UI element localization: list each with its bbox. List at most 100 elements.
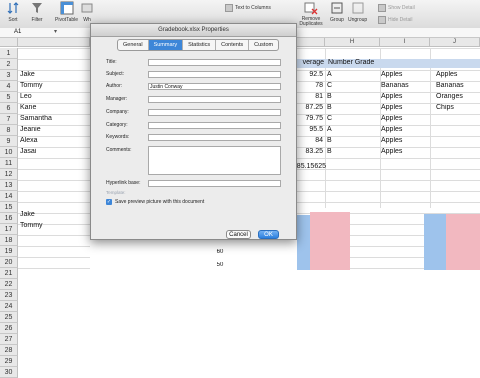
sort-button[interactable]: Sort <box>6 1 20 27</box>
row-header[interactable]: 27 <box>0 334 18 345</box>
column-header-g[interactable] <box>297 38 325 47</box>
number-grade-header-cell[interactable]: Number Grade <box>326 59 480 68</box>
table-cell[interactable]: 81 <box>297 93 323 100</box>
show-detail-button[interactable]: Show Detail <box>378 4 415 12</box>
table-cell[interactable]: C <box>327 82 367 89</box>
row-header[interactable]: 18 <box>0 235 18 246</box>
table-cell[interactable]: 87.25 <box>297 104 323 111</box>
table-cell[interactable]: Apples <box>381 93 429 100</box>
select-all-corner[interactable] <box>0 38 18 47</box>
keywords-field[interactable] <box>148 134 281 141</box>
row-header[interactable]: 1 <box>0 48 18 59</box>
table-cell[interactable]: Bananas <box>436 82 480 89</box>
name-box-dropdown-icon[interactable]: ▾ <box>54 28 57 35</box>
table-cell[interactable]: 84 <box>297 137 323 144</box>
table-cell[interactable]: Jeanie <box>20 126 88 133</box>
row-header[interactable]: 26 <box>0 323 18 334</box>
table-cell[interactable]: B <box>327 137 367 144</box>
tab-statistics[interactable]: Statistics <box>183 40 217 50</box>
row-header[interactable]: 30 <box>0 367 18 378</box>
table-cell[interactable]: Kane <box>20 104 88 111</box>
row-header[interactable]: 17 <box>0 224 18 235</box>
row-header[interactable]: 24 <box>0 301 18 312</box>
row-header[interactable]: 9 <box>0 136 18 147</box>
author-field[interactable]: Justin Conway <box>148 83 281 90</box>
table-cell[interactable]: Apples <box>381 148 429 155</box>
column-header-h[interactable]: H <box>325 38 380 47</box>
table-cell[interactable]: 78 <box>297 82 323 89</box>
row-header[interactable]: 8 <box>0 125 18 136</box>
row-header[interactable]: 6 <box>0 103 18 114</box>
table-cell[interactable]: Apples <box>381 137 429 144</box>
ok-button[interactable]: OK <box>258 230 279 239</box>
hyperlink-base-field[interactable] <box>148 180 281 187</box>
save-preview-checkbox[interactable]: ✓ <box>106 199 112 205</box>
row-header[interactable]: 25 <box>0 312 18 323</box>
row-header[interactable]: 19 <box>0 246 18 257</box>
row-header[interactable]: 16 <box>0 213 18 224</box>
category-field[interactable] <box>148 122 281 129</box>
table-cell[interactable]: Leo <box>20 93 88 100</box>
row-header[interactable]: 22 <box>0 279 18 290</box>
table-cell[interactable]: Apples <box>381 104 429 111</box>
row-header[interactable]: 12 <box>0 169 18 180</box>
hide-detail-button[interactable]: Hide Detail <box>378 16 412 24</box>
name-box[interactable]: A1 <box>14 29 21 35</box>
row-header[interactable]: 23 <box>0 290 18 301</box>
column-header-hidden-left[interactable] <box>18 38 90 47</box>
table-cell[interactable]: B <box>327 148 367 155</box>
subject-field[interactable] <box>148 71 281 78</box>
filter-button[interactable]: Filter <box>30 1 44 27</box>
table-cell[interactable]: Apples <box>381 71 429 78</box>
row-header[interactable]: 15 <box>0 202 18 213</box>
table-cell[interactable]: Jasai <box>20 148 88 155</box>
table-cell[interactable]: Chips <box>436 104 480 111</box>
table-cell[interactable]: 79.75 <box>297 115 323 122</box>
column-header-i[interactable]: I <box>380 38 430 47</box>
row-header[interactable]: 29 <box>0 356 18 367</box>
table-cell[interactable]: A <box>327 71 367 78</box>
text-to-columns-button[interactable]: Text to Columns <box>225 4 271 12</box>
tab-contents[interactable]: Contents <box>216 40 250 50</box>
pivottable-button[interactable]: PivotTable <box>55 1 78 27</box>
row-header[interactable]: 28 <box>0 345 18 356</box>
company-field[interactable] <box>148 109 281 116</box>
save-preview-checkbox-row[interactable]: ✓ Save preview picture with this documen… <box>106 199 204 205</box>
table-cell[interactable]: Samantha <box>20 115 88 122</box>
tab-general[interactable]: General <box>118 40 149 50</box>
row-header[interactable]: 11 <box>0 158 18 169</box>
row-header[interactable]: 7 <box>0 114 18 125</box>
row-header[interactable]: 3 <box>0 70 18 81</box>
ungroup-button[interactable]: Ungroup <box>348 1 367 27</box>
table-cell[interactable]: Bananas <box>381 82 429 89</box>
remove-duplicates-button[interactable]: Remove Duplicates <box>296 1 326 27</box>
manager-field[interactable] <box>148 96 281 103</box>
table-cell[interactable]: 92.5 <box>297 71 323 78</box>
table-cell[interactable]: Apples <box>381 126 429 133</box>
table-cell[interactable]: 95.5 <box>297 126 323 133</box>
row-header[interactable]: 14 <box>0 191 18 202</box>
cancel-button[interactable]: Cancel <box>226 230 251 239</box>
table-cell[interactable]: B <box>327 93 367 100</box>
row-header[interactable]: 10 <box>0 147 18 158</box>
table-cell[interactable]: Alexa <box>20 137 88 144</box>
table-cell[interactable]: A <box>327 126 367 133</box>
title-field[interactable] <box>148 59 281 66</box>
row-header[interactable]: 20 <box>0 257 18 268</box>
table-cell[interactable]: Tommy <box>20 222 88 229</box>
group-button[interactable]: Group <box>330 1 344 27</box>
tab-custom[interactable]: Custom <box>249 40 278 50</box>
row-header[interactable]: 4 <box>0 81 18 92</box>
table-cell[interactable]: Tommy <box>20 82 88 89</box>
table-cell[interactable]: Jake <box>20 211 88 218</box>
table-cell[interactable]: Jake <box>20 71 88 78</box>
column-header-j[interactable]: J <box>430 38 480 47</box>
row-header[interactable]: 5 <box>0 92 18 103</box>
row-header[interactable]: 13 <box>0 180 18 191</box>
table-cell[interactable]: Apples <box>381 115 429 122</box>
table-cell[interactable]: Oranges <box>436 93 480 100</box>
table-cell[interactable]: 83.25 <box>297 148 323 155</box>
table-cell[interactable]: C <box>327 115 367 122</box>
comments-textarea[interactable] <box>148 146 281 175</box>
table-cell[interactable]: Apples <box>436 71 480 78</box>
